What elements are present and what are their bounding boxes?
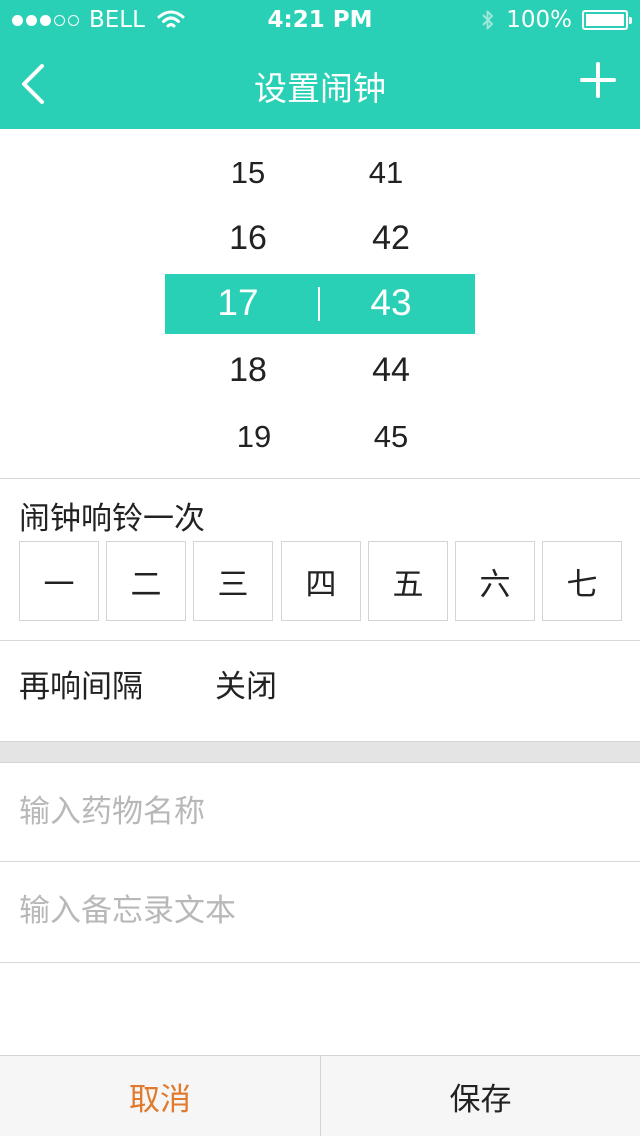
status-right: 100%	[480, 7, 632, 33]
repeat-label: 闹钟响铃一次	[19, 501, 205, 537]
day-button-4[interactable]: 四	[281, 541, 361, 621]
battery-icon	[582, 10, 632, 30]
cancel-button[interactable]: 取消	[0, 1056, 320, 1136]
hour-option[interactable]: 15	[178, 155, 318, 191]
minute-option[interactable]: 45	[321, 419, 461, 455]
weekday-selector: 一 二 三 四 五 六 七	[19, 541, 623, 621]
app-header: BELL 4:21 PM 100% 设置闹钟	[0, 0, 640, 129]
minute-option[interactable]: 44	[321, 351, 461, 390]
day-button-1[interactable]: 一	[19, 541, 99, 621]
divider	[0, 478, 640, 479]
day-button-3[interactable]: 三	[193, 541, 273, 621]
minute-option[interactable]: 41	[316, 155, 456, 191]
picker-divider	[318, 287, 320, 321]
hour-option[interactable]: 19	[184, 419, 324, 455]
snooze-label: 再响间隔	[19, 669, 143, 705]
day-button-2[interactable]: 二	[106, 541, 186, 621]
page-title: 设置闹钟	[254, 69, 386, 108]
divider	[0, 962, 640, 963]
bottom-action-bar: 取消 保存	[0, 1055, 640, 1136]
bluetooth-icon	[482, 10, 494, 30]
plus-icon[interactable]	[578, 60, 618, 100]
hour-column[interactable]: 15 16 17 18 19	[178, 129, 318, 478]
time-picker[interactable]: 15 16 17 18 19 41 42 43 44 45	[0, 129, 640, 478]
day-button-5[interactable]: 五	[368, 541, 448, 621]
status-bar: BELL 4:21 PM 100%	[0, 0, 640, 40]
day-button-7[interactable]: 七	[542, 541, 622, 621]
memo-input[interactable]	[0, 862, 640, 960]
hour-option-selected[interactable]: 17	[168, 282, 308, 324]
medicine-name-input[interactable]	[0, 763, 640, 861]
day-button-6[interactable]: 六	[455, 541, 535, 621]
hour-option[interactable]: 16	[178, 219, 318, 258]
minute-option[interactable]: 42	[321, 219, 461, 258]
battery-percent: 100%	[506, 7, 572, 33]
snooze-value[interactable]: 关闭	[215, 661, 277, 706]
save-button[interactable]: 保存	[320, 1056, 640, 1136]
hour-option[interactable]: 18	[178, 351, 318, 390]
minute-option-selected[interactable]: 43	[321, 282, 461, 324]
divider	[0, 640, 640, 641]
nav-bar: 设置闹钟	[0, 40, 640, 129]
minute-column[interactable]: 41 42 43 44 45	[321, 129, 461, 478]
section-spacer	[0, 741, 640, 763]
